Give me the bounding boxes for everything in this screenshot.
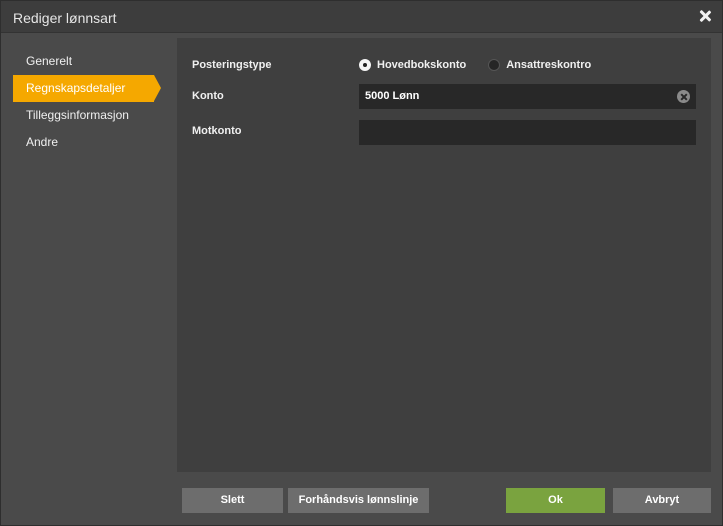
motkonto-field[interactable]	[359, 120, 696, 145]
edit-pay-type-dialog: Rediger lønnsart Generelt Regnskapsdetal…	[0, 0, 723, 526]
radio-checked-icon	[359, 59, 371, 71]
ok-button[interactable]: Ok	[506, 488, 605, 513]
sidebar-item-generelt[interactable]: Generelt	[13, 48, 163, 75]
radio-hovedbokskonto-label: Hovedbokskonto	[377, 59, 467, 71]
sidebar-item-tilleggsinformasjon[interactable]: Tilleggsinformasjon	[13, 102, 163, 129]
content-panel: Posteringstype Hovedbokskonto Ansattresk…	[177, 38, 711, 472]
konto-label: Konto	[192, 90, 224, 102]
radio-unchecked-icon	[488, 59, 501, 71]
preview-pay-line-button[interactable]: Forhåndsvis lønnslinje	[288, 488, 429, 513]
sidebar-item-regnskapsdetaljer[interactable]: Regnskapsdetaljer	[13, 75, 161, 102]
radio-ansattreskontro[interactable]: Ansattreskontro	[488, 59, 591, 71]
radio-hovedbokskonto[interactable]: Hovedbokskonto	[359, 59, 466, 71]
sidebar-item-andre[interactable]: Andre	[13, 129, 163, 156]
close-icon[interactable]	[698, 9, 712, 23]
konto-field[interactable]: 5000 Lønn	[359, 84, 696, 109]
clear-icon[interactable]	[677, 90, 690, 103]
motkonto-label: Motkonto	[192, 125, 242, 137]
posteringstype-label: Posteringstype	[192, 59, 272, 71]
konto-value: 5000 Lønn	[365, 90, 420, 102]
posteringstype-radio-group: Hovedbokskonto Ansattreskontro	[359, 57, 613, 73]
radio-ansattreskontro-label: Ansattreskontro	[506, 59, 592, 71]
delete-button[interactable]: Slett	[182, 488, 283, 513]
dialog-titlebar: Rediger lønnsart	[1, 1, 722, 33]
cancel-button[interactable]: Avbryt	[613, 488, 711, 513]
sidebar-nav: Generelt Regnskapsdetaljer Tilleggsinfor…	[13, 48, 163, 156]
dialog-title: Rediger lønnsart	[13, 10, 117, 26]
